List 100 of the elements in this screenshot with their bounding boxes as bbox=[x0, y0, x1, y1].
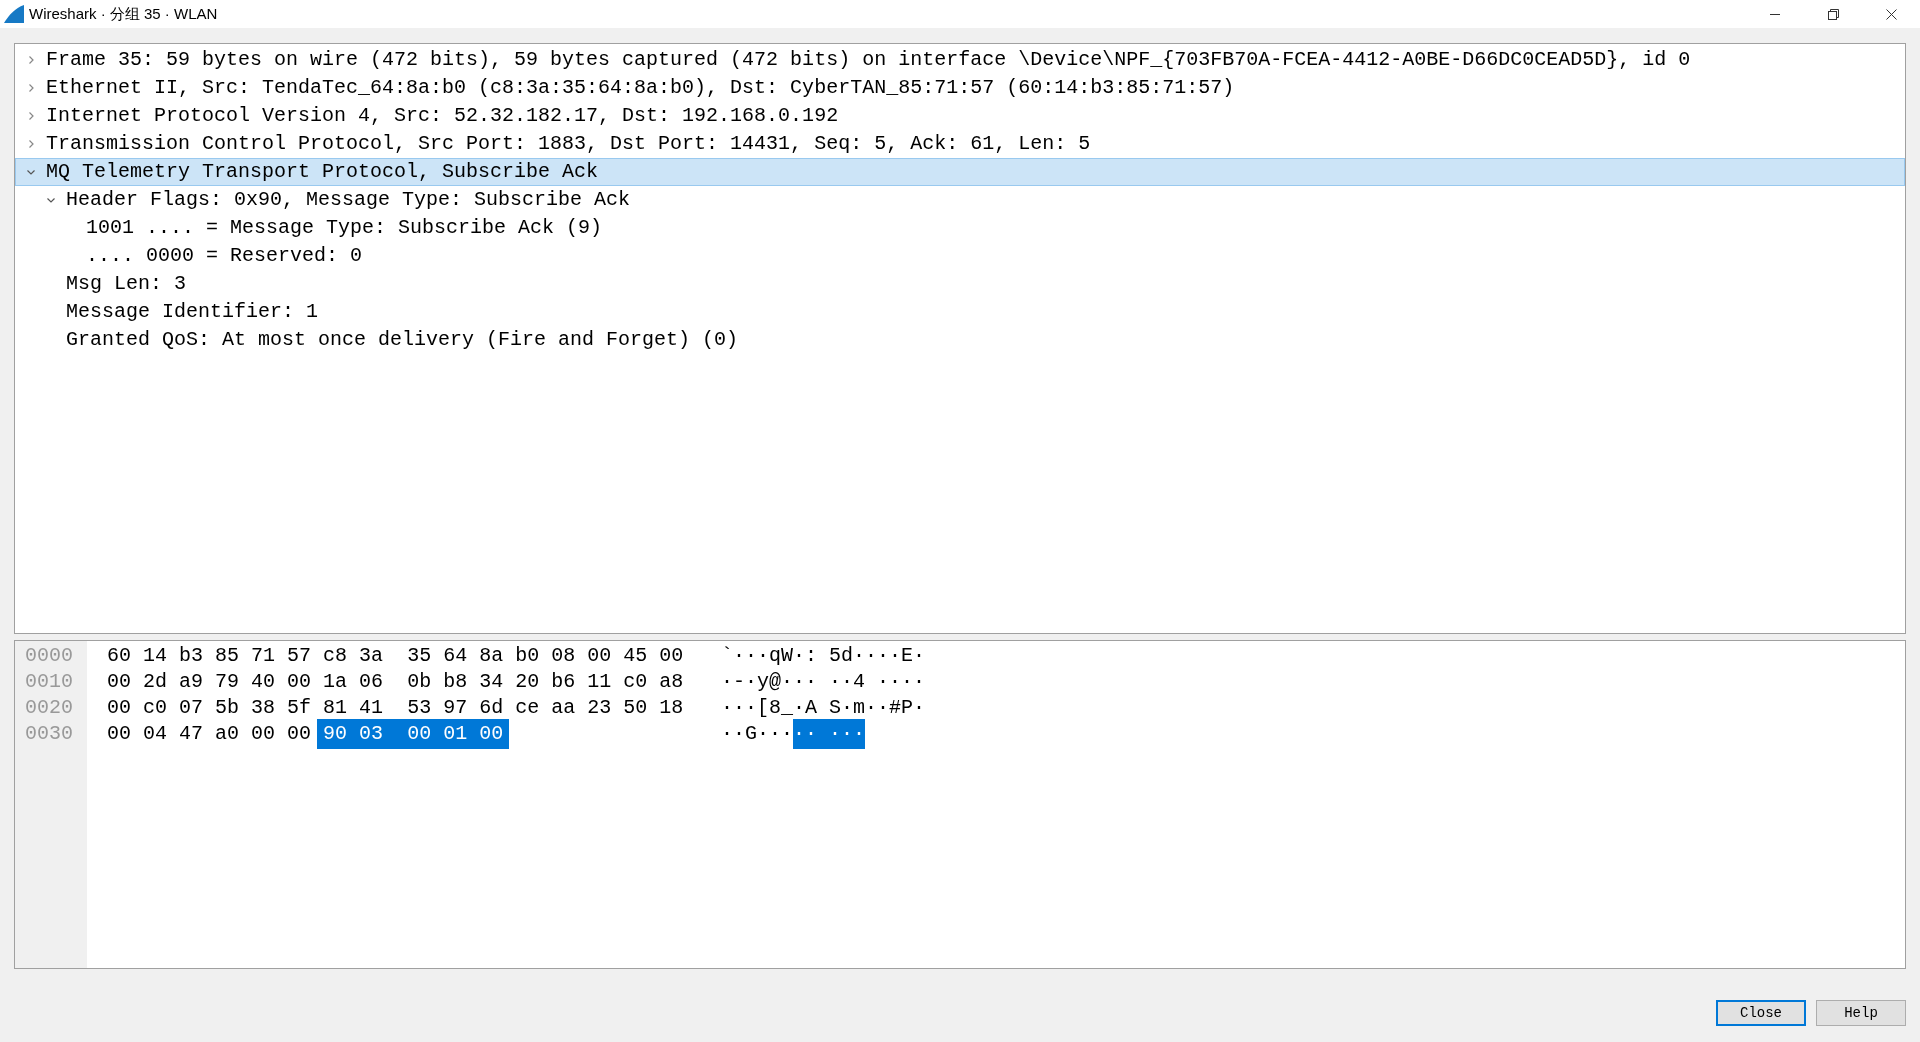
ascii-char: · bbox=[889, 669, 901, 695]
hex-byte: 90 bbox=[317, 719, 354, 749]
tree-label: 1001 .... = Message Type: Subscribe Ack (9) bbox=[86, 215, 603, 241]
ascii-char: · bbox=[781, 669, 793, 695]
ascii-char: · bbox=[781, 721, 793, 747]
ascii-char: · bbox=[913, 669, 925, 695]
ascii-char: [ bbox=[757, 695, 769, 721]
ascii-char: · bbox=[793, 695, 805, 721]
ascii-char: · bbox=[721, 695, 733, 721]
hex-byte: 40 bbox=[250, 669, 277, 695]
ascii-char: · bbox=[793, 719, 805, 749]
hex-byte: 2d bbox=[142, 669, 169, 695]
hex-byte: 00 bbox=[250, 721, 277, 747]
hex-byte: 71 bbox=[250, 643, 277, 669]
ascii-char: q bbox=[769, 643, 781, 669]
hex-byte: 00 bbox=[286, 669, 313, 695]
ascii-char: · bbox=[733, 695, 745, 721]
hex-byte: 47 bbox=[178, 721, 205, 747]
tree-row[interactable]: 1001 .... = Message Type: Subscribe Ack (9) bbox=[15, 214, 1905, 242]
hex-byte: 07 bbox=[178, 695, 205, 721]
hex-byte: b3 bbox=[178, 643, 205, 669]
ascii-char: · bbox=[769, 721, 781, 747]
ascii-char: · bbox=[817, 719, 841, 749]
ascii-char: A bbox=[805, 695, 817, 721]
offset-label: 0010 bbox=[24, 669, 74, 695]
hex-byte: 00 bbox=[106, 695, 132, 721]
hex-byte: b8 bbox=[442, 669, 469, 695]
tree-row[interactable]: Transmission Control Protocol, Src Port: 1883, Dst Port: 14431, Seq: 5, Ack: 61, Len: 5 bbox=[15, 130, 1905, 158]
hex-byte: 97 bbox=[442, 695, 469, 721]
hex-byte: 01 bbox=[437, 719, 474, 749]
ascii-char: · bbox=[877, 669, 889, 695]
hex-byte: 57 bbox=[286, 643, 313, 669]
hex-byte: 20 bbox=[514, 669, 541, 695]
offset-label: 0030 bbox=[24, 721, 74, 747]
ascii-char: E bbox=[901, 643, 913, 669]
chevron-right-icon[interactable] bbox=[26, 111, 36, 121]
ascii-char: · bbox=[733, 643, 745, 669]
minimize-icon bbox=[1770, 13, 1780, 15]
chevron-right-icon[interactable] bbox=[26, 83, 36, 93]
tree-row[interactable]: Granted QoS: At most once delivery (Fire and Forget) (0) bbox=[15, 326, 1905, 354]
ascii-char: · bbox=[757, 721, 769, 747]
tree-row[interactable]: Ethernet II, Src: TendaTec_64:8a:b0 (c8:3a:35:64:8a:b0), Dst: CyberTAN_85:71:57 (60:14:b3:85:71:57) bbox=[15, 74, 1905, 102]
ascii-char: · bbox=[757, 643, 769, 669]
ascii-char: 8 bbox=[769, 695, 781, 721]
tree-row[interactable]: Internet Protocol Version 4, Src: 52.32.182.17, Dst: 192.168.0.192 bbox=[15, 102, 1905, 130]
hex-byte: 00 bbox=[473, 719, 510, 749]
tree-row[interactable]: Message Identifier: 1 bbox=[15, 298, 1905, 326]
hex-byte: 0b bbox=[406, 669, 433, 695]
ascii-char: · bbox=[889, 643, 901, 669]
tree-label: Granted QoS: At most once delivery (Fire and Forget) (0) bbox=[66, 327, 739, 353]
tree-label: .... 0000 = Reserved: 0 bbox=[86, 243, 363, 269]
hex-byte: 64 bbox=[442, 643, 469, 669]
ascii-char: · bbox=[913, 695, 925, 721]
tree-row[interactable]: Frame 35: 59 bytes on wire (472 bits), 59 bytes captured (472 bits) on interface \Device\NPF_{703FB70A-FCEA-4412-A0BE-D66DC0CEAD5D}, id 0 bbox=[15, 46, 1905, 74]
chevron-down-icon[interactable] bbox=[46, 195, 56, 205]
hex-byte: 00 bbox=[586, 643, 613, 669]
tree-label: MQ Telemetry Transport Protocol, Subscribe Ack bbox=[46, 159, 599, 185]
hex-byte: 34 bbox=[478, 669, 505, 695]
dialog-button[interactable]: Close bbox=[1716, 1000, 1806, 1026]
hex-byte: 50 bbox=[622, 695, 649, 721]
hex-byte: 3a bbox=[358, 643, 385, 669]
hex-byte: b0 bbox=[514, 643, 541, 669]
ascii-char: · bbox=[853, 719, 865, 749]
hex-byte: 8a bbox=[478, 643, 505, 669]
chevron-down-icon[interactable] bbox=[26, 167, 36, 177]
ascii-char: · bbox=[805, 669, 817, 695]
hex-byte: 11 bbox=[586, 669, 613, 695]
ascii-char: @ bbox=[769, 669, 781, 695]
ascii-char: - bbox=[733, 669, 745, 695]
hex-byte: 5b bbox=[214, 695, 241, 721]
chevron-right-icon[interactable] bbox=[26, 55, 36, 65]
tree-row[interactable]: Msg Len: 3 bbox=[15, 270, 1905, 298]
ascii-char: # bbox=[889, 695, 901, 721]
ascii-char: · bbox=[793, 669, 805, 695]
dialog-button[interactable]: Help bbox=[1816, 1000, 1906, 1026]
ascii-char: y bbox=[757, 669, 769, 695]
hex-byte: 04 bbox=[142, 721, 169, 747]
hex-byte: 14 bbox=[142, 643, 169, 669]
tree-row[interactable]: Header Flags: 0x90, Message Type: Subscribe Ack bbox=[15, 186, 1905, 214]
hex-byte: 38 bbox=[250, 695, 277, 721]
ascii-char: · bbox=[828, 669, 841, 695]
ascii-char: · bbox=[901, 669, 913, 695]
hex-byte: 53 bbox=[406, 695, 433, 721]
restore-icon bbox=[1827, 8, 1839, 20]
chevron-right-icon[interactable] bbox=[26, 139, 36, 149]
ascii-char: · bbox=[721, 721, 733, 747]
ascii-char: 5 bbox=[828, 643, 841, 669]
hex-byte: 00 bbox=[106, 721, 132, 747]
hex-byte: 00 bbox=[106, 669, 132, 695]
ascii-char: S bbox=[828, 695, 841, 721]
hex-byte: a0 bbox=[214, 721, 241, 747]
ascii-char: · bbox=[841, 719, 853, 749]
ascii-char: P bbox=[901, 695, 913, 721]
tree-row[interactable]: MQ Telemetry Transport Protocol, Subscribe Ack bbox=[15, 158, 1905, 186]
ascii-char: · bbox=[865, 643, 877, 669]
hex-byte: b6 bbox=[550, 669, 577, 695]
hex-byte: c8 bbox=[322, 643, 349, 669]
tree-row[interactable]: .... 0000 = Reserved: 0 bbox=[15, 242, 1905, 270]
hex-byte: c0 bbox=[142, 695, 169, 721]
hex-byte: 41 bbox=[358, 695, 385, 721]
